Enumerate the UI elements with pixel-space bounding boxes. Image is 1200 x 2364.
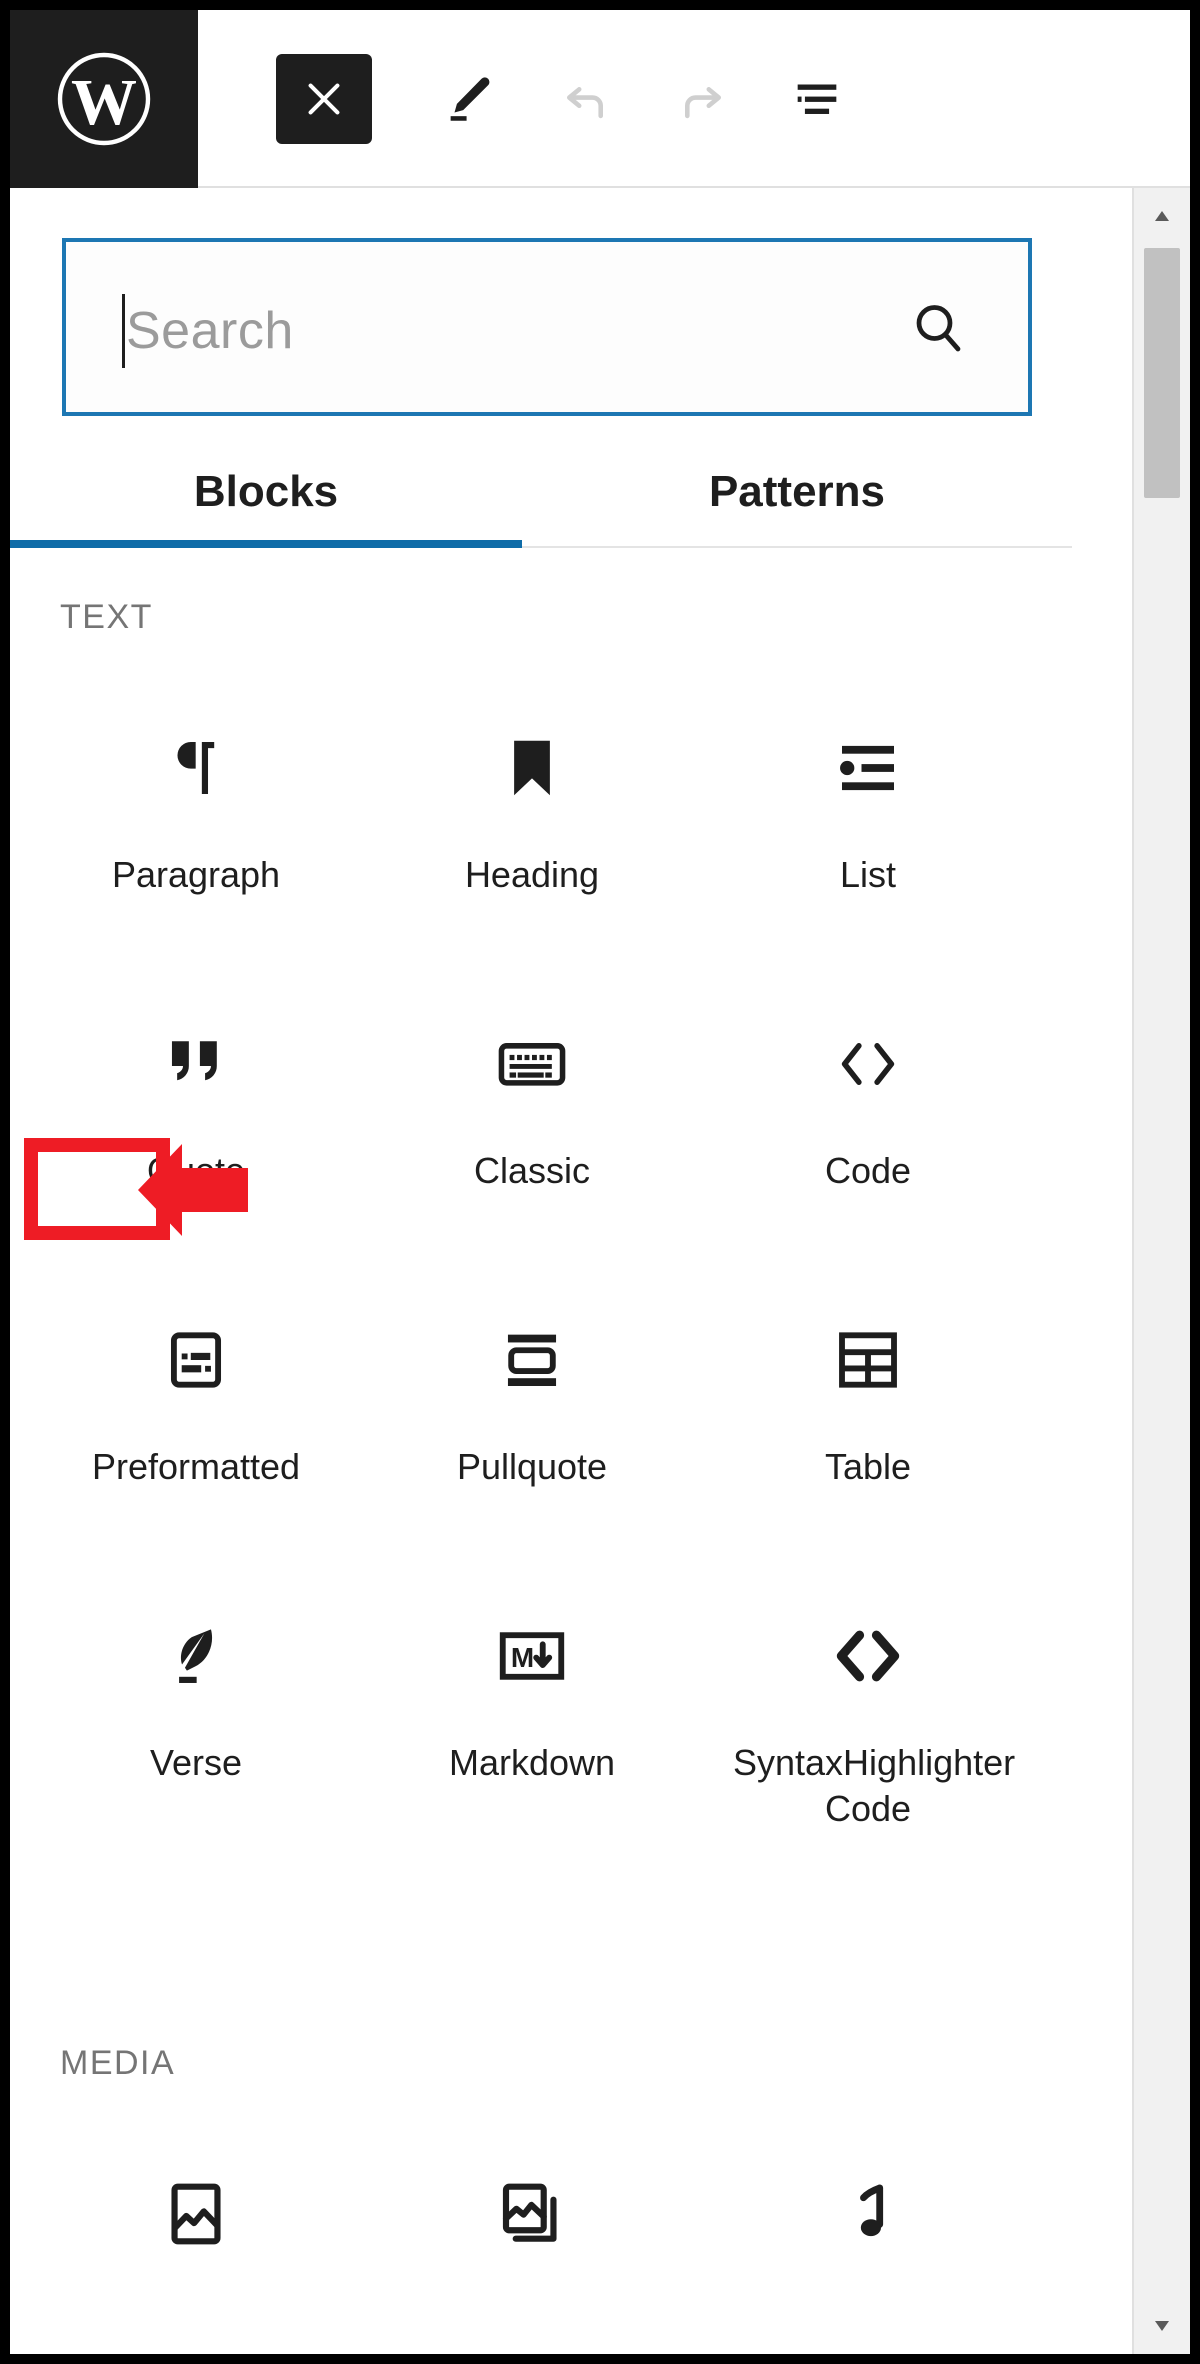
wordpress-logo-icon[interactable]: W <box>10 10 198 188</box>
block-label: Pullquote <box>456 1446 608 1487</box>
pullquote-icon <box>490 1318 574 1402</box>
tab-blocks-label: Blocks <box>193 467 339 516</box>
angle-brackets-icon <box>826 1022 910 1106</box>
scroll-up-arrow-icon[interactable] <box>1134 188 1190 244</box>
tab-blocks[interactable]: Blocks <box>10 436 522 548</box>
block-label: Markdown <box>448 1742 616 1783</box>
redo-button[interactable] <box>658 58 748 140</box>
markdown-m-down-icon: M <box>490 1614 574 1698</box>
block-item-preformatted[interactable]: Preformatted <box>28 1296 364 1592</box>
bullet-list-icon <box>826 726 910 810</box>
quill-feather-icon <box>154 1614 238 1698</box>
search-field-wrapper: Search <box>62 238 1032 416</box>
preformatted-box-icon <box>154 1318 238 1402</box>
pencil-edit-icon <box>450 77 490 121</box>
block-item-heading[interactable]: Heading <box>364 704 700 1000</box>
bookmark-heading-icon <box>490 726 574 810</box>
block-label: SyntaxHighlighter Code <box>733 1742 1016 1829</box>
image-icon <box>154 2172 238 2256</box>
block-label: Paragraph <box>111 854 281 895</box>
block-label: Code <box>824 1150 912 1191</box>
block-grid-text: Paragraph Heading List Classic Code Pref… <box>28 704 1038 1888</box>
undo-arrow-icon <box>566 87 604 119</box>
block-item-classic[interactable]: Classic <box>364 1000 700 1296</box>
inserter-tabs: Blocks Patterns <box>10 436 1072 548</box>
block-item-image[interactable] <box>28 2150 364 2354</box>
block-item-paragraph[interactable]: Paragraph <box>28 704 364 1000</box>
svg-text:W: W <box>71 66 137 139</box>
block-item-code[interactable]: Code <box>700 1000 1036 1296</box>
block-inserter-panel: Search Blocks Patterns TEXT Paragraph He… <box>10 188 1190 2354</box>
scrollbar-thumb[interactable] <box>1144 248 1180 498</box>
keyboard-icon <box>490 1022 574 1106</box>
block-item-list[interactable]: List <box>700 704 1036 1000</box>
gallery-icon <box>490 2172 574 2256</box>
redo-arrow-icon <box>684 87 722 119</box>
undo-button[interactable] <box>540 58 630 140</box>
block-label: Classic <box>473 1150 590 1191</box>
list-view-button[interactable] <box>772 58 862 140</box>
close-inserter-button[interactable] <box>276 54 372 144</box>
block-item-gallery[interactable] <box>364 2150 700 2354</box>
quotation-marks-icon <box>154 1022 238 1106</box>
block-item-syntaxhighlighter-code[interactable]: SyntaxHighlighter Code <box>700 1592 1036 1888</box>
close-x-icon <box>308 83 340 115</box>
list-view-icon <box>797 84 837 114</box>
search-input[interactable]: Search <box>62 238 1032 416</box>
audio-note-icon <box>826 2172 910 2256</box>
search-placeholder: Search <box>126 302 294 360</box>
edit-tool-button[interactable] <box>424 58 514 140</box>
pilcrow-icon <box>154 726 238 810</box>
screenshot-frame: W Search Blocks Patterns TEXT Paragraph … <box>0 0 1200 2364</box>
bold-angle-brackets-icon <box>826 1614 910 1698</box>
svg-text:M: M <box>511 1642 534 1673</box>
tab-patterns-label: Patterns <box>708 467 886 516</box>
block-label: Preformatted <box>91 1446 301 1487</box>
inserter-content: TEXT Paragraph Heading List Classic Code… <box>10 550 1072 2354</box>
section-label-media: MEDIA <box>60 2044 176 2082</box>
block-label: Heading <box>464 854 600 895</box>
left-pointing-arrow-icon <box>138 1138 248 1242</box>
block-label: Table <box>824 1446 912 1487</box>
block-item-table[interactable]: Table <box>700 1296 1036 1592</box>
block-grid-media <box>28 2150 1038 2354</box>
active-tab-indicator <box>10 540 522 548</box>
panel-scrollbar[interactable] <box>1132 188 1190 2354</box>
text-caret <box>122 294 125 368</box>
scroll-down-arrow-icon[interactable] <box>1134 2298 1190 2354</box>
table-grid-icon <box>826 1318 910 1402</box>
block-label: Verse <box>149 1742 243 1783</box>
section-label-text: TEXT <box>60 598 153 636</box>
block-item-audio[interactable] <box>700 2150 1036 2354</box>
tab-patterns[interactable]: Patterns <box>522 436 1072 548</box>
editor-toolbar: W <box>10 10 1190 188</box>
block-item-markdown[interactable]: M Markdown <box>364 1592 700 1888</box>
magnifier-search-icon <box>908 297 968 357</box>
block-label: List <box>839 854 897 895</box>
editor-viewport: W Search Blocks Patterns TEXT Paragraph … <box>10 10 1190 2354</box>
block-item-verse[interactable]: Verse <box>28 1592 364 1888</box>
block-item-pullquote[interactable]: Pullquote <box>364 1296 700 1592</box>
